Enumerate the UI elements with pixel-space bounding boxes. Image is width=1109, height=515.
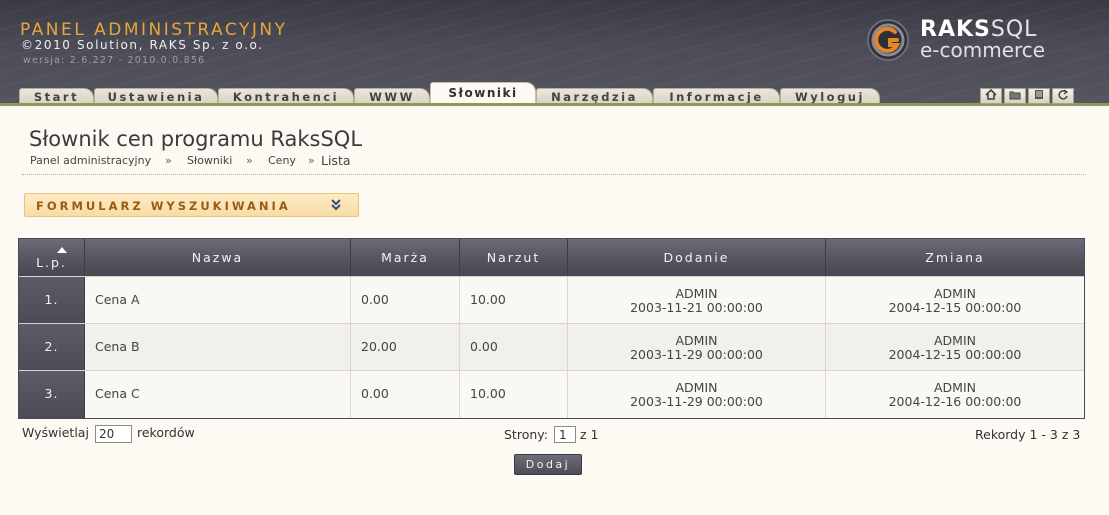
title-divider	[22, 174, 1086, 175]
pages-total: z 1	[580, 427, 599, 442]
row-changed-at: 2004-12-16 00:00:00	[888, 394, 1022, 409]
breadcrumb-separator: »	[165, 154, 172, 167]
row-added-at: 2003-11-29 00:00:00	[630, 347, 763, 362]
tab-underline	[0, 103, 1109, 106]
breadcrumb-separator: »	[246, 154, 253, 167]
raks-logo-icon	[867, 19, 909, 61]
logo-subtitle: e-commerce	[920, 38, 1046, 62]
per-page-label: Wyświetlaj	[22, 425, 89, 440]
row-number: 2.	[19, 324, 85, 371]
row-markup: 10.00	[460, 277, 568, 324]
search-form-label: FORMULARZ WYSZUKIWANIA	[36, 199, 291, 213]
row-changed-by: ADMIN	[934, 333, 976, 348]
row-added-by: ADMIN	[675, 333, 718, 348]
column-header-marza[interactable]: Marża	[351, 239, 460, 276]
breadcrumb-item-panel[interactable]: Panel administracyjny	[30, 154, 151, 167]
row-changed-by: ADMIN	[934, 380, 976, 395]
price-table: L.p. Nazwa Marża Narzut Dodanie Zmiana 1…	[18, 238, 1085, 419]
home-icon[interactable]	[980, 88, 1002, 104]
column-header-lp-label: L.p.	[36, 255, 67, 270]
row-name: Cena B	[85, 324, 351, 371]
folder-icon[interactable]	[1004, 88, 1026, 104]
row-margin: 0.00	[351, 277, 460, 324]
row-added: ADMIN 2003-11-21 00:00:00	[568, 277, 826, 324]
row-name: Cena C	[85, 371, 351, 418]
column-header-lp[interactable]: L.p.	[19, 239, 85, 276]
sort-ascending-icon	[57, 247, 67, 253]
version-text: wersja: 2.6.227 - 2010.0.0.856	[23, 55, 206, 66]
column-header-nazwa[interactable]: Nazwa	[85, 239, 351, 276]
row-changed: ADMIN 2004-12-15 00:00:00	[826, 324, 1084, 371]
pages-label: Strony:	[504, 427, 548, 442]
page-number-input[interactable]	[554, 426, 576, 443]
row-added-at: 2003-11-21 00:00:00	[630, 300, 763, 315]
page-title: Słownik cen programu RaksSQL	[29, 127, 363, 151]
app-title: PANEL ADMINISTRACYJNY	[20, 20, 288, 40]
copyright-text: ©2010 Solution, RAKS Sp. z o.o.	[21, 38, 264, 52]
column-header-zmiana[interactable]: Zmiana	[826, 239, 1084, 276]
row-number: 1.	[19, 277, 85, 324]
row-changed-at: 2004-12-15 00:00:00	[888, 347, 1022, 362]
row-changed-at: 2004-12-15 00:00:00	[888, 300, 1022, 315]
table-row[interactable]: 1. Cena A 0.00 10.00 ADMIN 2003-11-21 00…	[19, 276, 1084, 324]
row-markup: 0.00	[460, 324, 568, 371]
search-form-toggle[interactable]: FORMULARZ WYSZUKIWANIA	[24, 193, 359, 217]
table-header: L.p. Nazwa Marża Narzut Dodanie Zmiana	[19, 239, 1084, 276]
refresh-icon[interactable]	[1052, 88, 1074, 104]
row-changed: ADMIN 2004-12-16 00:00:00	[826, 371, 1084, 418]
row-number: 3.	[19, 371, 85, 418]
row-margin: 0.00	[351, 371, 460, 418]
row-added: ADMIN 2003-11-29 00:00:00	[568, 371, 826, 418]
column-header-dodanie[interactable]: Dodanie	[568, 239, 826, 276]
row-markup: 10.00	[460, 371, 568, 418]
list-icon[interactable]	[1028, 88, 1050, 104]
row-changed: ADMIN 2004-12-15 00:00:00	[826, 277, 1084, 324]
double-chevron-down-icon	[331, 199, 341, 211]
row-added: ADMIN 2003-11-29 00:00:00	[568, 324, 826, 371]
per-page-input[interactable]	[95, 425, 132, 443]
per-page-suffix: rekordów	[137, 425, 195, 440]
row-margin: 20.00	[351, 324, 460, 371]
tab-slowniki[interactable]: Słowniki	[430, 82, 536, 105]
breadcrumb-item-lista: Lista	[321, 153, 351, 168]
column-header-narzut[interactable]: Narzut	[460, 239, 568, 276]
row-changed-by: ADMIN	[934, 286, 976, 301]
row-added-by: ADMIN	[675, 286, 718, 301]
row-added-at: 2003-11-29 00:00:00	[630, 394, 763, 409]
table-row[interactable]: 2. Cena B 20.00 0.00 ADMIN 2003-11-29 00…	[19, 323, 1084, 371]
breadcrumb-separator: »	[308, 154, 315, 167]
row-name: Cena A	[85, 277, 351, 324]
add-button[interactable]: Dodaj	[514, 454, 582, 475]
breadcrumb-item-slowniki[interactable]: Słowniki	[187, 154, 232, 167]
records-info: Rekordy 1 - 3 z 3	[975, 427, 1081, 442]
breadcrumb-item-ceny[interactable]: Ceny	[268, 154, 296, 167]
row-added-by: ADMIN	[675, 380, 718, 395]
raks-logo: RAKSSQL e-commerce	[866, 18, 1076, 66]
table-row[interactable]: 3. Cena C 0.00 10.00 ADMIN 2003-11-29 00…	[19, 370, 1084, 418]
